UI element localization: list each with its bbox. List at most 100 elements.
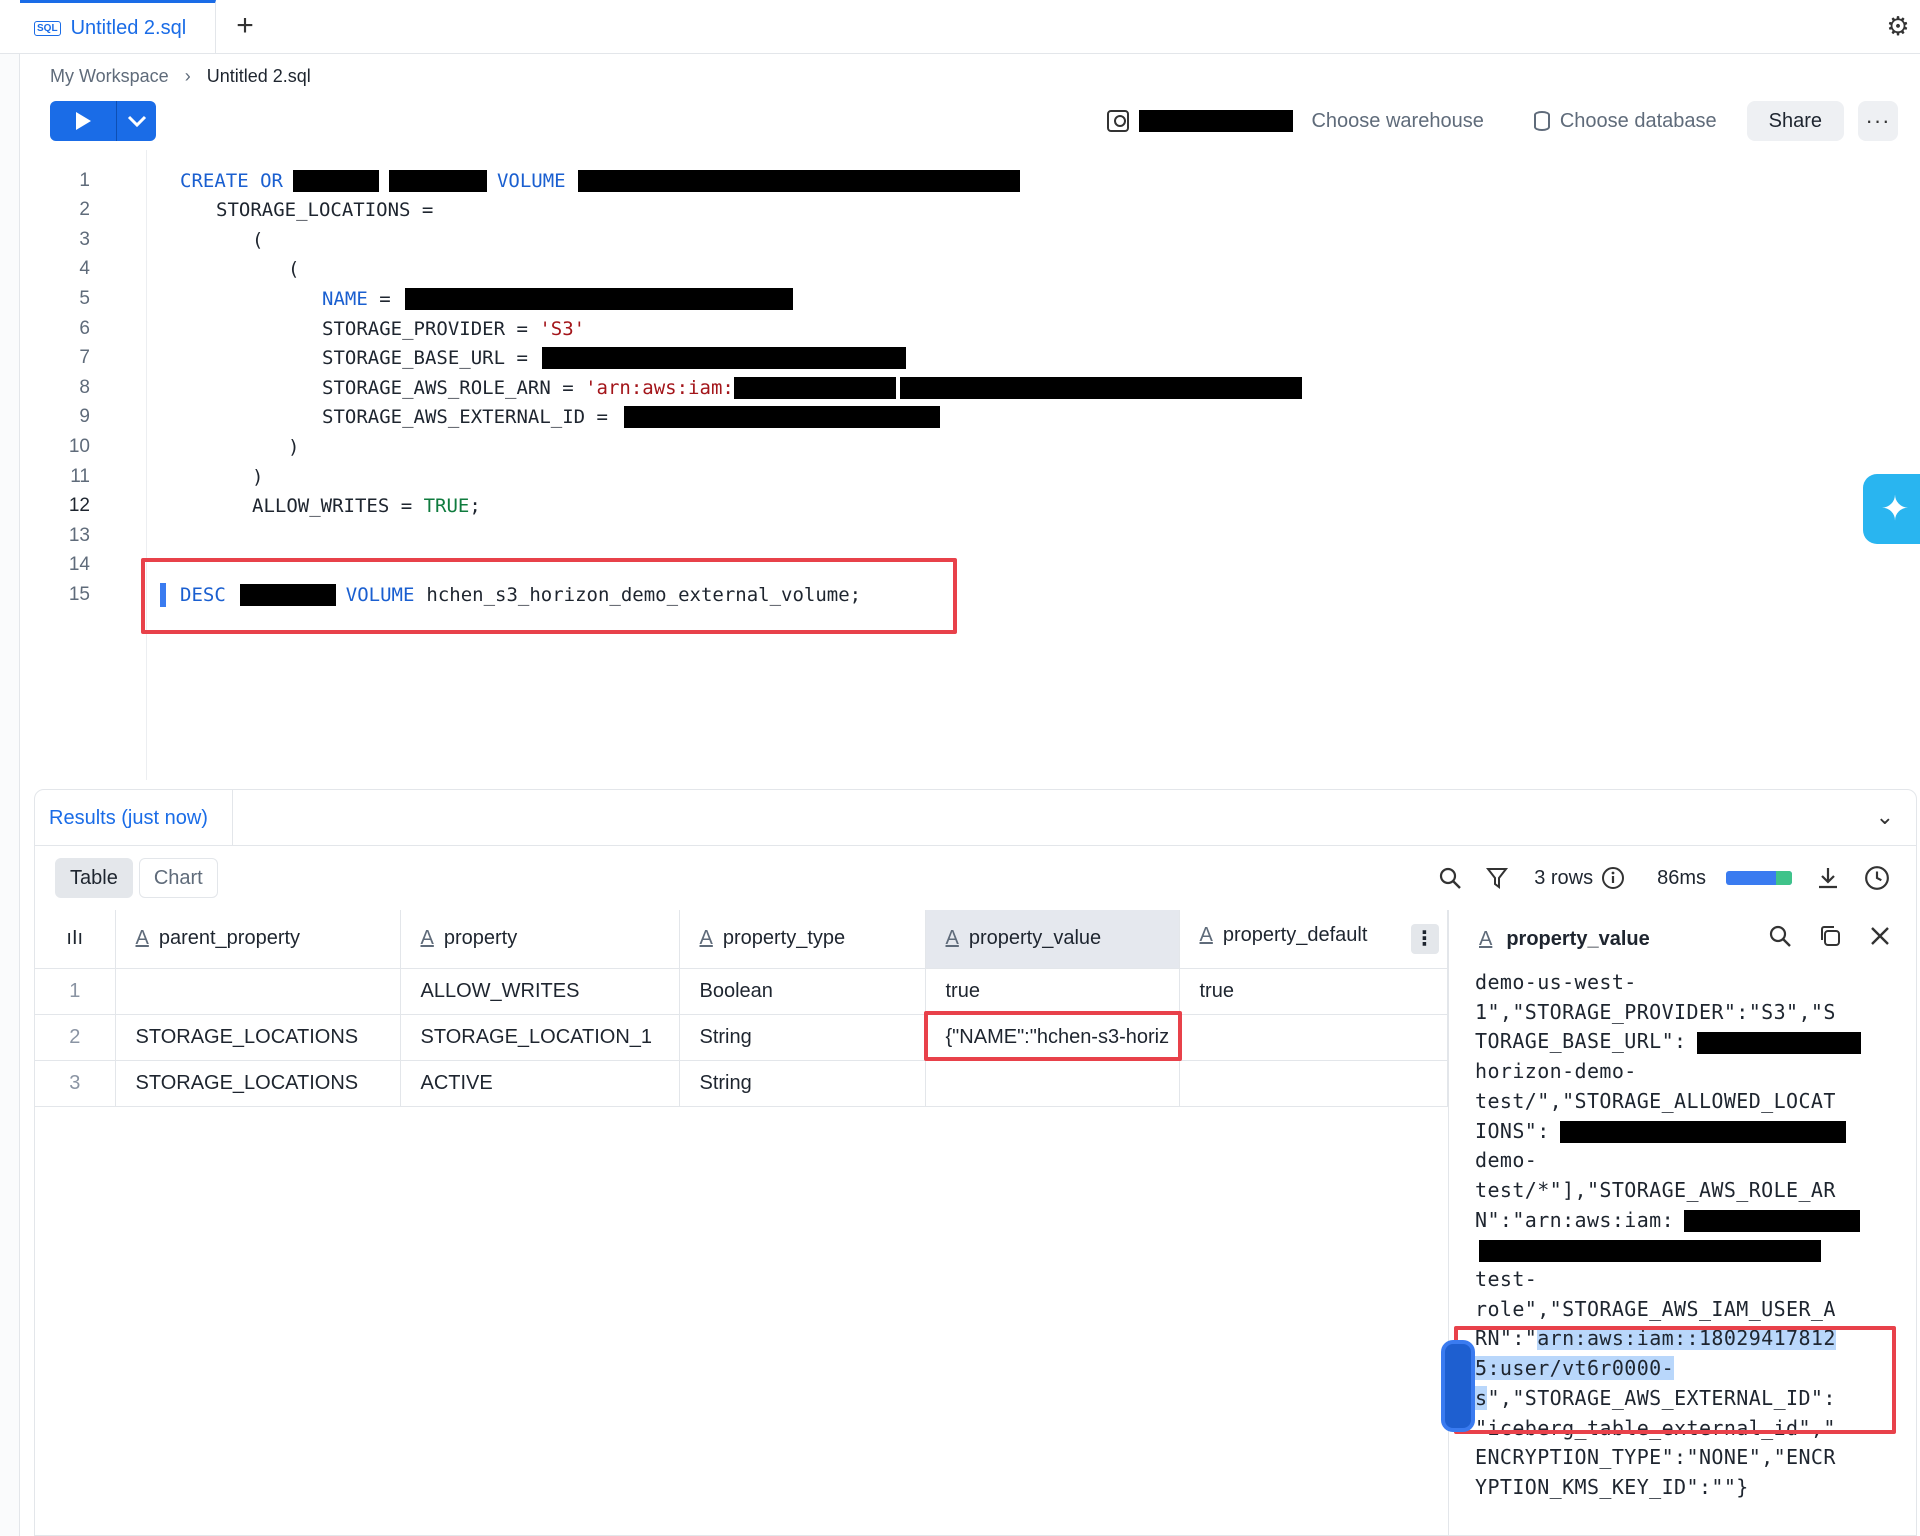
- column-header-property[interactable]: Aproperty: [400, 910, 680, 969]
- line-number: 14: [68, 554, 90, 576]
- run-options-button[interactable]: [116, 101, 156, 141]
- code-line: 4 (: [20, 255, 1820, 284]
- table-cell[interactable]: String: [679, 1014, 926, 1061]
- redacted-text: [733, 376, 896, 399]
- play-icon: [76, 112, 91, 130]
- column-header-property-type[interactable]: Aproperty_type: [679, 910, 926, 969]
- search-icon[interactable]: [1768, 924, 1792, 948]
- line-number: 7: [79, 347, 90, 369]
- table-cell[interactable]: [1179, 1014, 1448, 1061]
- line-number: 8: [79, 376, 90, 398]
- table-cell[interactable]: [115, 968, 401, 1015]
- json-line: YPTION_KMS_KEY_ID":""}: [1475, 1474, 1749, 1499]
- json-line: ENCRYPTION_TYPE":"NONE","ENCR: [1475, 1445, 1836, 1470]
- choose-warehouse-button[interactable]: Choose warehouse: [1311, 110, 1483, 133]
- text-type-icon: A: [420, 927, 434, 950]
- code-line: 5 NAME =: [20, 284, 1820, 313]
- column-header-parent-property[interactable]: Aparent_property: [115, 910, 401, 969]
- row-number: 3: [35, 1060, 116, 1107]
- json-line: test/*"],"STORAGE_AWS_ROLE_AR: [1475, 1177, 1836, 1202]
- table-cell[interactable]: ALLOW_WRITES: [400, 968, 680, 1015]
- table-row[interactable]: 3 STORAGE_LOCATIONS ACTIVE String: [35, 1060, 1448, 1107]
- table-cell[interactable]: STORAGE_LOCATION_1: [400, 1014, 680, 1061]
- json-line: test-: [1475, 1267, 1538, 1292]
- chevron-down-icon[interactable]: ⌄: [1876, 804, 1894, 830]
- redacted-text: [577, 169, 1020, 192]
- ai-assistant-button[interactable]: ✦: [1863, 474, 1920, 544]
- column-stats-header[interactable]: ıIı: [35, 910, 116, 969]
- code-token: (: [288, 258, 300, 281]
- search-icon[interactable]: [1438, 866, 1462, 890]
- selection-drag-handle[interactable]: [1441, 1340, 1475, 1432]
- more-options-button[interactable]: ···: [1858, 101, 1898, 141]
- choose-database-button[interactable]: Choose database: [1533, 110, 1717, 133]
- code-line: 6 STORAGE_PROVIDER = 'S3': [20, 314, 1820, 343]
- tab-untitled-2-sql[interactable]: SQL Untitled 2.sql: [20, 0, 216, 54]
- table-header-row: ıIı Aparent_property Aproperty Aproperty…: [35, 910, 1448, 969]
- code-line: 7 STORAGE_BASE_URL =: [20, 344, 1820, 373]
- chart-view-button[interactable]: Chart: [138, 858, 218, 898]
- column-label: parent_property: [158, 927, 301, 950]
- redacted-text: [1559, 1121, 1846, 1144]
- table-row[interactable]: 2 STORAGE_LOCATIONS STORAGE_LOCATION_1 S…: [35, 1014, 1448, 1061]
- filter-icon[interactable]: [1486, 866, 1510, 890]
- table-cell[interactable]: STORAGE_LOCATIONS: [115, 1014, 401, 1061]
- sql-editor[interactable]: 1 CREATE OR VOLUME 2 STORAGE_LOCATIONS =…: [20, 150, 1920, 780]
- sql-icon: SQL: [34, 21, 61, 36]
- code-token: TRUE: [423, 495, 470, 518]
- table-cell[interactable]: Boolean: [679, 968, 926, 1015]
- code-token: ): [252, 465, 264, 488]
- line-number: 15: [68, 583, 90, 605]
- code-token: ALLOW_WRITES =: [252, 495, 424, 518]
- code-line: 1 CREATE OR VOLUME: [20, 166, 1820, 195]
- code-line: 9 STORAGE_AWS_EXTERNAL_ID =: [20, 403, 1820, 432]
- json-text: TORAGE_BASE_URL":: [1475, 1029, 1687, 1054]
- run-button[interactable]: [50, 101, 116, 141]
- code-line: 13: [20, 521, 1820, 550]
- row-count: 3 rows: [1534, 866, 1594, 889]
- json-text: N":"arn:aws:iam:: [1475, 1207, 1675, 1232]
- table-view-button[interactable]: Table: [55, 858, 133, 898]
- json-line: test/","STORAGE_ALLOWED_LOCAT: [1475, 1088, 1836, 1113]
- sparkle-icon: ✦: [1880, 490, 1910, 528]
- column-label: property_default: [1222, 923, 1368, 946]
- table-cell[interactable]: STORAGE_LOCATIONS: [115, 1060, 401, 1107]
- text-type-icon: A: [1479, 927, 1493, 950]
- kebab-menu-icon[interactable]: ⋮: [1410, 923, 1439, 954]
- breadcrumb-root[interactable]: My Workspace: [50, 66, 169, 87]
- code-token: 'arn:aws:iam:: [585, 376, 734, 399]
- line-number: 1: [79, 169, 90, 191]
- code-token: STORAGE_AWS_EXTERNAL_ID =: [322, 406, 608, 429]
- close-icon[interactable]: [1868, 924, 1892, 948]
- annotation-box-cell: [924, 1011, 1182, 1061]
- results-tab[interactable]: Results (just now): [35, 790, 233, 846]
- text-type-icon: A: [945, 927, 959, 950]
- run-button-group: [50, 101, 156, 141]
- chevron-right-icon: ›: [184, 66, 191, 86]
- table-cell[interactable]: [1179, 1060, 1448, 1107]
- table-cell[interactable]: String: [679, 1060, 926, 1107]
- copy-icon[interactable]: [1818, 924, 1842, 948]
- column-header-property-value[interactable]: Aproperty_value: [925, 910, 1180, 969]
- redacted-role: [1139, 110, 1294, 132]
- table-row[interactable]: 1 ALLOW_WRITES Boolean true true: [35, 968, 1448, 1015]
- line-number: 12: [68, 495, 90, 517]
- column-header-property-default[interactable]: Aproperty_default ⋮: [1179, 910, 1448, 969]
- table-cell[interactable]: true: [1179, 968, 1448, 1015]
- code-token: (: [252, 228, 264, 251]
- json-line: demo-us-west-: [1475, 970, 1637, 994]
- json-line: TORAGE_BASE_URL":: [1475, 1027, 1905, 1057]
- line-number: 9: [79, 406, 90, 428]
- code-token: CREATE OR: [180, 169, 283, 192]
- share-button[interactable]: Share: [1746, 101, 1844, 141]
- table-cell[interactable]: true: [925, 968, 1180, 1015]
- detail-actions: [1768, 924, 1892, 948]
- gear-icon[interactable]: ⚙: [1884, 12, 1912, 40]
- table-cell[interactable]: [925, 1060, 1180, 1107]
- history-icon[interactable]: [1864, 865, 1890, 891]
- info-icon[interactable]: [1601, 866, 1625, 890]
- table-cell[interactable]: ACTIVE: [400, 1060, 680, 1107]
- line-number: 5: [79, 287, 90, 309]
- plus-icon[interactable]: +: [228, 10, 262, 44]
- download-icon[interactable]: [1816, 866, 1840, 890]
